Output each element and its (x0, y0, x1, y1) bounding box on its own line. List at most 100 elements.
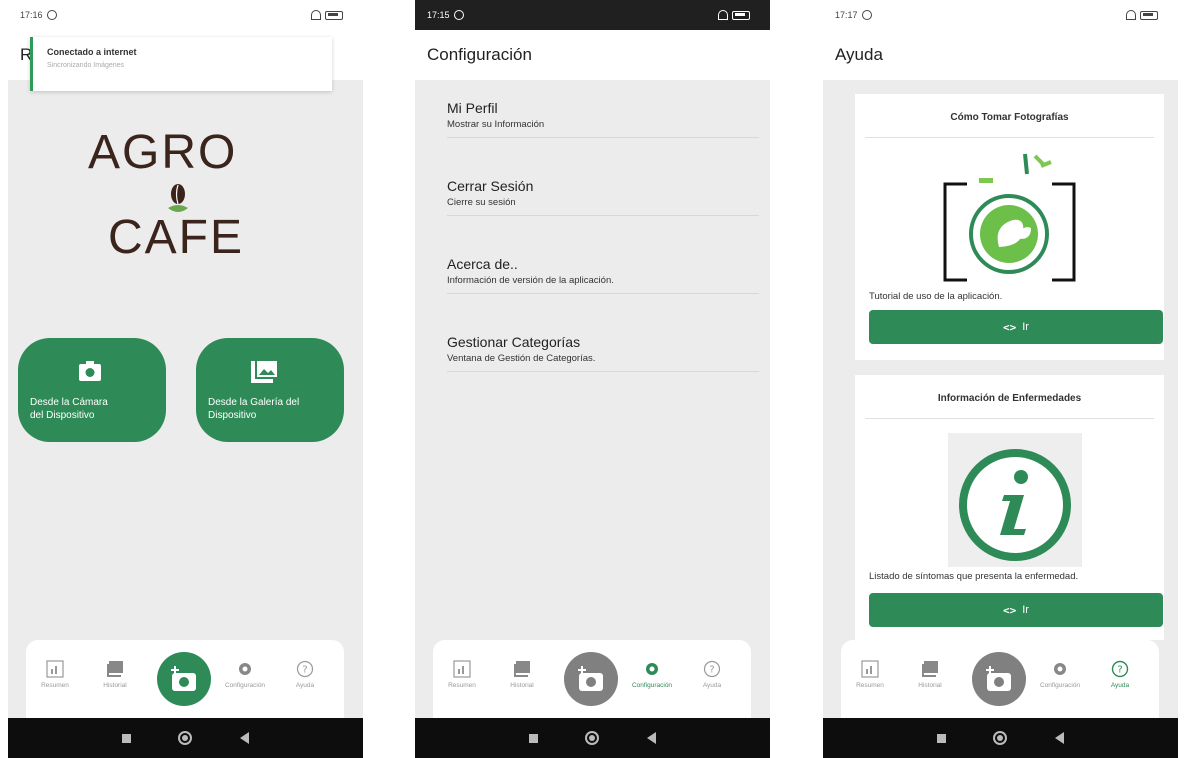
svg-text:?: ? (709, 665, 714, 676)
wifi-icon (718, 10, 728, 20)
nav-item-configuracion[interactable]: Configuración (1035, 660, 1085, 689)
status-time: 17:15 (427, 10, 450, 20)
new-photo-fab[interactable] (157, 652, 211, 706)
bottom-navigation: Resumen Historial Configuración ? Ayuda (841, 640, 1159, 718)
card-title: Información de Enfermedades (937, 393, 1082, 404)
menu-item-subtitle: Cierre su sesión (447, 197, 516, 208)
nav-item-resumen[interactable]: Resumen (437, 660, 487, 689)
menu-item-title: Mi Perfil (447, 100, 498, 116)
menu-item-categories[interactable]: Gestionar Categorías Ventana de Gestión … (447, 314, 759, 372)
camera-add-icon (171, 666, 196, 691)
history-icon (514, 661, 530, 677)
phone-help: 17:17 Ayuda Cómo Tomar Fotografías Tutor… (823, 0, 1178, 758)
info-icon (948, 433, 1082, 567)
card-disease-info: Información de Enfermedades Listado de s… (855, 375, 1164, 640)
open-disease-info-button[interactable]: <> Ir (869, 593, 1163, 627)
menu-item-profile[interactable]: Mi Perfil Mostrar su Información (447, 80, 759, 138)
history-icon (107, 661, 123, 677)
status-bar: 17:17 (823, 0, 1178, 30)
page-title: Configuración (427, 45, 532, 64)
connection-toast: Conectado a internet Sincronizando Imáge… (30, 37, 332, 91)
nav-item-historial[interactable]: Historial (497, 660, 547, 689)
battery-icon (325, 10, 343, 20)
nav-label-resumen: Resumen (41, 682, 69, 689)
back-icon[interactable] (1055, 732, 1065, 744)
button-label: Ir (1022, 321, 1029, 333)
home-screen: AGRO CAFE Desde la Cámara del Dispositivo (8, 80, 363, 718)
nav-item-historial[interactable]: Historial (905, 660, 955, 689)
home-icon[interactable] (993, 731, 1008, 745)
home-icon[interactable] (178, 731, 193, 745)
menu-item-subtitle: Mostrar su Información (447, 119, 545, 130)
gallery-button-label-2: Dispositivo (208, 410, 257, 421)
nav-item-ayuda[interactable]: ? Ayuda (280, 660, 330, 689)
nav-item-resumen[interactable]: Resumen (30, 660, 80, 689)
card-description: Tutorial de uso de la aplicación. (869, 291, 1003, 302)
bottom-navigation: Resumen Historial Configuración ? Ayuda (26, 640, 344, 718)
menu-item-about[interactable]: Acerca de.. Información de versión de la… (447, 236, 759, 294)
system-navigation (8, 718, 363, 758)
status-alarm-icon (453, 10, 464, 20)
code-icon: <> (1003, 603, 1017, 617)
chart-icon (46, 660, 64, 678)
new-photo-fab[interactable] (564, 652, 618, 706)
nav-label-ayuda: Ayuda (295, 682, 315, 689)
nav-label-historial: Historial (510, 682, 534, 689)
toast-title: Conectado a internet (47, 47, 137, 57)
status-alarm-icon (46, 10, 57, 20)
agrocafe-logo: AGRO CAFE (8, 120, 363, 300)
chart-icon (861, 660, 879, 678)
system-navigation (415, 718, 770, 758)
camera-source-button[interactable]: Desde la Cámara del Dispositivo (18, 338, 166, 442)
recents-icon[interactable] (121, 733, 131, 743)
card-title: Cómo Tomar Fotografías (950, 112, 1069, 123)
help-icon: ? (1111, 660, 1129, 678)
menu-item-logout[interactable]: Cerrar Sesión Cierre su sesión (447, 158, 759, 216)
card-divider (865, 418, 1154, 419)
nav-label-resumen: Resumen (448, 682, 476, 689)
nav-label-configuracion: Configuración (224, 682, 266, 689)
nav-item-ayuda[interactable]: ? Ayuda (687, 660, 737, 689)
recents-icon[interactable] (528, 733, 538, 743)
system-navigation (823, 718, 1178, 758)
camera-icon (79, 361, 101, 381)
code-icon: <> (1003, 320, 1017, 334)
chart-icon (453, 660, 471, 678)
nav-item-historial[interactable]: Historial (90, 660, 140, 689)
new-photo-fab[interactable] (972, 652, 1026, 706)
gear-icon (1054, 663, 1066, 675)
gallery-source-button[interactable]: Desde la Galería del Dispositivo (196, 338, 344, 442)
nav-item-configuracion[interactable]: Configuración (220, 660, 270, 689)
history-icon (922, 661, 938, 677)
page-title: Ayuda (835, 45, 883, 64)
back-icon[interactable] (240, 732, 250, 744)
recents-icon[interactable] (936, 733, 946, 743)
menu-item-title: Gestionar Categorías (447, 334, 581, 350)
coffee-bean-icon (168, 184, 188, 212)
open-photo-tutorial-button[interactable]: <> Ir (869, 310, 1163, 344)
svg-text:?: ? (302, 665, 307, 676)
nav-item-resumen[interactable]: Resumen (845, 660, 895, 689)
gallery-icon (251, 361, 277, 383)
nav-label-historial: Historial (103, 682, 127, 689)
gallery-button-label-1: Desde la Galería del (208, 397, 300, 408)
nav-label-historial: Historial (918, 682, 942, 689)
battery-icon (1140, 10, 1158, 20)
nav-item-configuracion[interactable]: Configuración (627, 660, 677, 689)
camera-add-icon (986, 666, 1011, 691)
nav-item-ayuda[interactable]: ? Ayuda (1095, 660, 1145, 689)
toast-subtitle: Sincronizando Imágenes (47, 62, 125, 69)
app-bar: Configuración (415, 30, 770, 80)
camera-button-label-1: Desde la Cámara (30, 397, 108, 408)
status-alarm-icon (861, 10, 872, 20)
back-icon[interactable] (647, 732, 657, 744)
help-screen: Cómo Tomar Fotografías Tutorial de uso d… (823, 80, 1178, 718)
home-icon[interactable] (585, 731, 600, 745)
card-description: Listado de síntomas que presenta la enfe… (869, 571, 1079, 582)
card-divider (865, 137, 1154, 138)
camera-button-label-2: del Dispositivo (30, 410, 95, 421)
help-icon: ? (296, 660, 314, 678)
menu-item-title: Acerca de.. (447, 256, 518, 272)
phone-home: 17:16 R Conectado a internet Sincronizan… (8, 0, 363, 758)
logo-line-1: AGRO (88, 126, 238, 179)
